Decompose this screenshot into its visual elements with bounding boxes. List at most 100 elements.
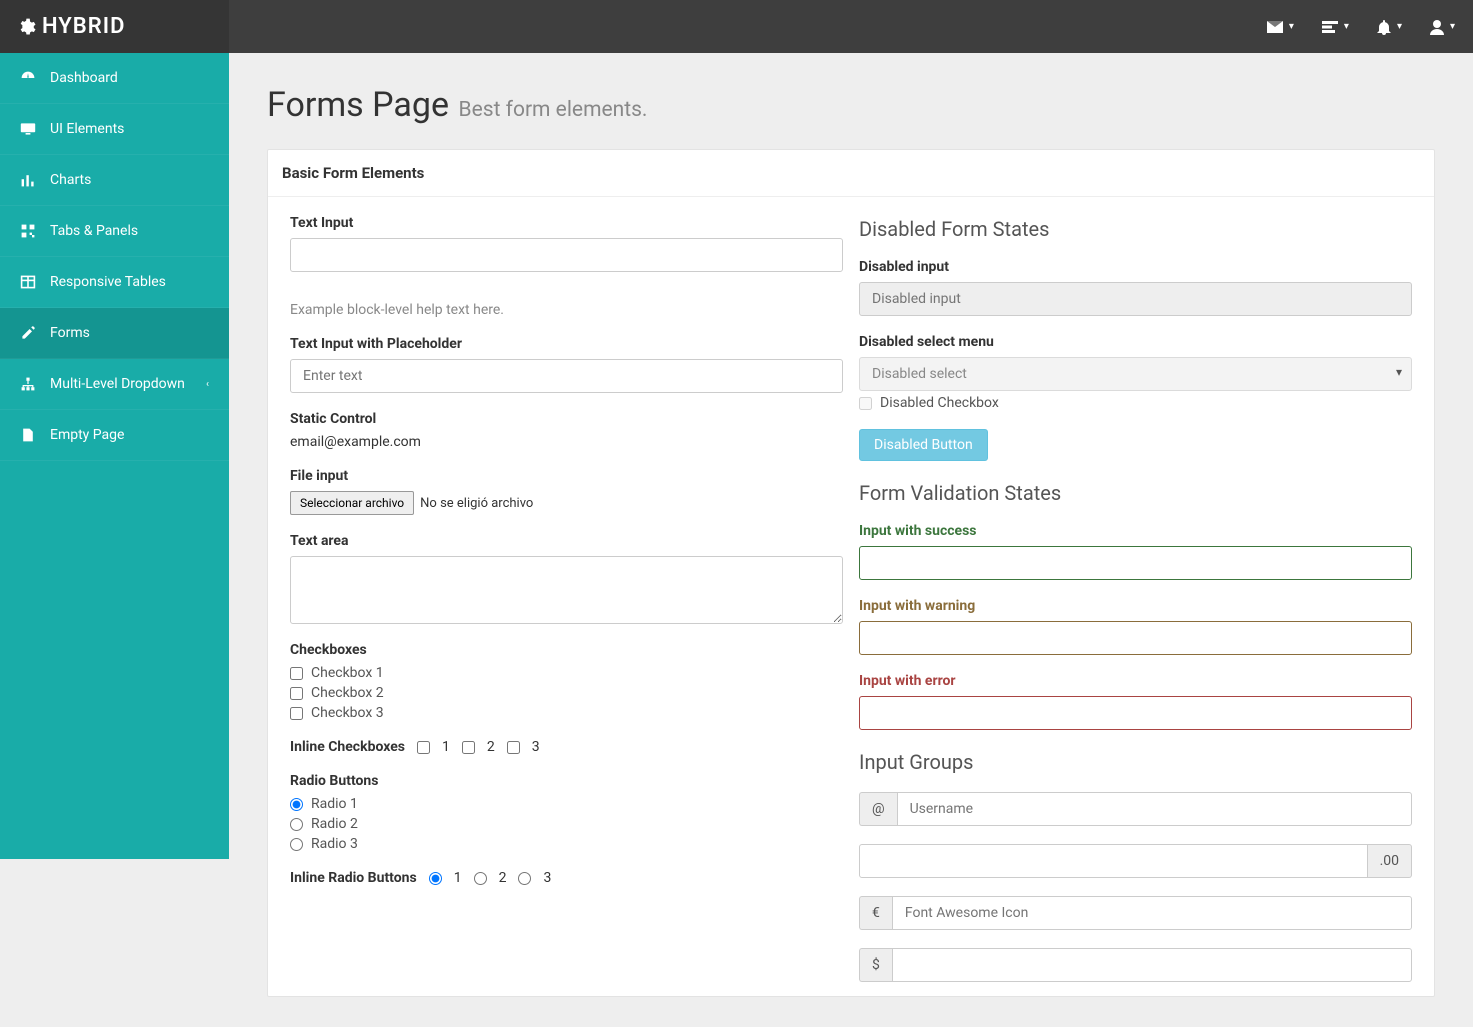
alerts-dropdown[interactable]: ▾ <box>1377 19 1402 35</box>
sidebar-item-label: Responsive Tables <box>50 274 166 290</box>
radio-label: Radio 2 <box>311 816 358 832</box>
textarea-input[interactable] <box>290 556 843 624</box>
inline-radio-label: 2 <box>499 870 507 886</box>
username-input[interactable] <box>897 792 1412 826</box>
disabled-checkbox-label: Disabled Checkbox <box>880 395 999 411</box>
sidebar-item-tabs-panels[interactable]: Tabs & Panels <box>0 206 229 257</box>
addon-suffix: .00 <box>1368 844 1412 878</box>
panel-title: Basic Form Elements <box>268 150 1434 197</box>
mail-dropdown[interactable]: ▾ <box>1267 21 1294 33</box>
help-text: Example block-level help text here. <box>290 302 843 318</box>
tasks-dropdown[interactable]: ▾ <box>1322 21 1349 33</box>
tasks-icon <box>1322 21 1338 33</box>
text-input[interactable] <box>290 238 843 272</box>
sidebar-item-label: Tabs & Panels <box>50 223 138 239</box>
page-title: Forms Page <box>267 85 449 125</box>
sidebar-item-label: Dashboard <box>50 70 118 86</box>
static-control-value: email@example.com <box>290 434 843 450</box>
inline-checkbox-label: 1 <box>442 739 450 755</box>
edit-icon <box>20 325 36 341</box>
disabled-button: Disabled Button <box>859 429 988 461</box>
checkbox-label: Checkbox 3 <box>311 705 384 721</box>
inline-radio-1[interactable] <box>429 872 442 885</box>
sidebar-item-label: Multi-Level Dropdown <box>50 376 185 392</box>
sidebar-item-multilevel[interactable]: Multi-Level Dropdown ‹ <box>0 359 229 410</box>
disabled-select: Disabled select <box>859 357 1412 391</box>
inline-checkbox-label: 2 <box>487 739 495 755</box>
file-select-button[interactable]: Seleccionar archivo <box>290 491 414 515</box>
disabled-checkbox <box>859 397 872 410</box>
disabled-input <box>859 282 1412 316</box>
fa-icon-input[interactable] <box>892 896 1412 930</box>
sidebar-item-label: Empty Page <box>50 427 124 443</box>
radios-label: Radio Buttons <box>290 773 843 789</box>
qrcode-icon <box>20 223 36 239</box>
user-dropdown[interactable]: ▾ <box>1430 19 1455 35</box>
checkbox-1[interactable] <box>290 667 303 680</box>
inline-checkbox-1[interactable] <box>417 741 430 754</box>
sidebar-item-label: UI Elements <box>50 121 124 137</box>
input-groups-title: Input Groups <box>859 750 1412 774</box>
radio-label: Radio 3 <box>311 836 358 852</box>
sidebar-item-tables[interactable]: Responsive Tables <box>0 257 229 308</box>
dashboard-icon <box>20 70 36 86</box>
static-control-label: Static Control <box>290 411 843 427</box>
sidebar-item-ui-elements[interactable]: UI Elements <box>0 104 229 155</box>
checkbox-2[interactable] <box>290 687 303 700</box>
chart-icon <box>20 172 36 188</box>
validation-section-title: Form Validation States <box>859 481 1412 505</box>
textarea-label: Text area <box>290 533 843 549</box>
inline-radio-2[interactable] <box>474 872 487 885</box>
error-label: Input with error <box>859 673 1412 689</box>
radio-3[interactable] <box>290 838 303 851</box>
warning-input[interactable] <box>859 621 1412 655</box>
table-icon <box>20 274 36 290</box>
user-icon <box>1430 19 1444 35</box>
file-icon <box>20 427 36 443</box>
sidebar-item-empty[interactable]: Empty Page <box>0 410 229 461</box>
suffix-input[interactable] <box>859 844 1368 878</box>
dollar-input[interactable] <box>892 948 1412 982</box>
caret-down-icon: ▾ <box>1397 21 1402 32</box>
checkbox-3[interactable] <box>290 707 303 720</box>
disabled-select-label: Disabled select menu <box>859 334 1412 350</box>
text-input-label: Text Input <box>290 215 843 231</box>
error-input[interactable] <box>859 696 1412 730</box>
page-subtitle: Best form elements. <box>459 98 648 122</box>
radio-label: Radio 1 <box>311 796 358 812</box>
inline-radio-label: 3 <box>543 870 551 886</box>
caret-down-icon: ▾ <box>1289 21 1294 32</box>
disabled-section-title: Disabled Form States <box>859 217 1412 241</box>
sidebar-item-forms[interactable]: Forms <box>0 308 229 359</box>
inline-radio-3[interactable] <box>518 872 531 885</box>
inline-checkbox-label: 3 <box>532 739 540 755</box>
bell-icon <box>1377 19 1391 35</box>
sidebar-item-dashboard[interactable]: Dashboard <box>0 53 229 104</box>
envelope-icon <box>1267 21 1283 33</box>
checkbox-label: Checkbox 1 <box>311 665 384 681</box>
radio-2[interactable] <box>290 818 303 831</box>
placeholder-input[interactable] <box>290 359 843 393</box>
checkboxes-label: Checkboxes <box>290 642 843 658</box>
inline-radios-label: Inline Radio Buttons <box>290 870 417 886</box>
inline-checkbox-2[interactable] <box>462 741 475 754</box>
success-input[interactable] <box>859 546 1412 580</box>
radio-1[interactable] <box>290 798 303 811</box>
sitemap-icon <box>20 376 36 392</box>
file-input-label: File input <box>290 468 843 484</box>
brand-text: HYBRID <box>42 14 125 39</box>
inline-radio-label: 1 <box>454 870 462 886</box>
sidebar-item-label: Charts <box>50 172 91 188</box>
addon-at: @ <box>859 792 897 826</box>
placeholder-input-label: Text Input with Placeholder <box>290 336 843 352</box>
gear-icon <box>16 17 36 37</box>
warning-label: Input with warning <box>859 598 1412 614</box>
brand[interactable]: HYBRID <box>0 0 229 53</box>
addon-euro: € <box>859 896 892 930</box>
sidebar-item-charts[interactable]: Charts <box>0 155 229 206</box>
sidebar: Dashboard UI Elements Charts Tabs & Pane… <box>0 53 229 859</box>
success-label: Input with success <box>859 523 1412 539</box>
inline-checkbox-3[interactable] <box>507 741 520 754</box>
chevron-left-icon: ‹ <box>206 379 209 390</box>
inline-checkboxes-label: Inline Checkboxes <box>290 739 405 755</box>
